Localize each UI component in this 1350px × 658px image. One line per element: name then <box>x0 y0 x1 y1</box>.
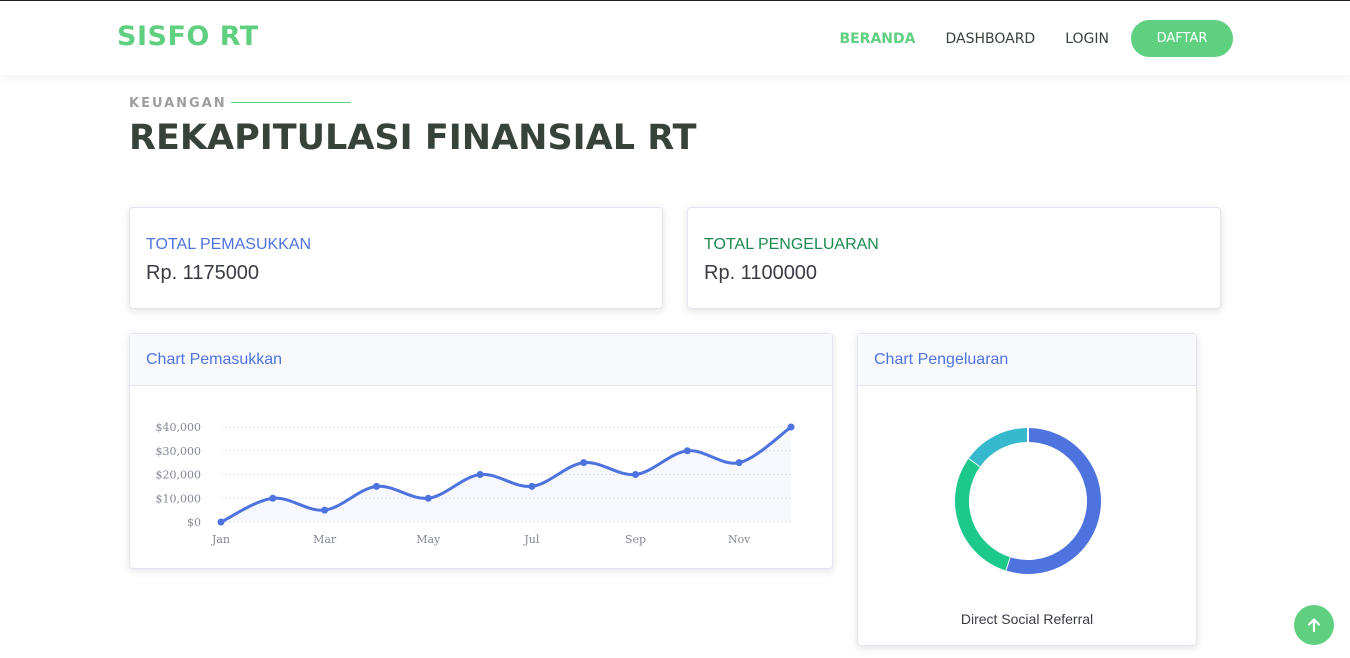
y-tick-label: $10,000 <box>156 492 202 505</box>
main-nav: BERANDA DASHBOARD LOGIN DAFTAR <box>809 20 1233 57</box>
y-tick-label: $30,000 <box>156 445 202 458</box>
income-chart-title: Chart Pemasukkan <box>146 351 283 368</box>
expense-total-value: Rp. 1100000 <box>704 262 818 284</box>
expense-chart-header: Chart Pengeluaran <box>858 334 1196 386</box>
data-point <box>735 459 743 467</box>
donut-slice-referral <box>968 428 1029 467</box>
x-tick-label: May <box>416 533 441 546</box>
data-point <box>476 471 484 478</box>
site-header: SISFO RT BERANDA DASHBOARD LOGIN DAFTAR <box>0 1 1350 75</box>
data-point <box>683 447 691 455</box>
data-point <box>528 482 536 490</box>
expense-chart-title: Chart Pengeluaran <box>874 351 1009 368</box>
data-point <box>632 471 640 478</box>
donut-slice-social <box>955 458 1010 571</box>
page-title: REKAPITULASI FINANSIAL RT <box>129 118 697 158</box>
income-chart-header: Chart Pemasukkan <box>130 334 832 386</box>
y-tick-label: $0 <box>187 516 201 529</box>
data-point <box>217 518 225 526</box>
income-chart-card: Chart Pemasukkan $0 $10,000 $20,000 $30,000… <box>129 333 833 569</box>
expense-donut-chart <box>955 428 1101 574</box>
x-tick-label: Sep <box>625 533 646 546</box>
income-total-value: Rp. 1175000 <box>146 262 260 284</box>
arrow-up-icon <box>1307 618 1321 633</box>
data-point <box>787 423 795 431</box>
y-tick-label: $40,000 <box>156 421 202 434</box>
data-point <box>580 459 588 467</box>
expense-total-card: TOTAL PENGELUARAN Rp. 1100000 <box>687 207 1221 309</box>
brand-logo[interactable]: SISFO RT <box>117 21 259 52</box>
donut-slice-direct <box>1005 428 1101 574</box>
y-tick-label: $20,000 <box>156 469 202 482</box>
section-subtitle-line <box>231 102 351 103</box>
data-point <box>269 494 277 502</box>
data-point <box>424 494 432 502</box>
x-tick-label: Jan <box>211 533 230 546</box>
expense-total-label: TOTAL PENGELUARAN <box>704 236 879 253</box>
expense-chart-card: Chart Pengeluaran Direct Social Referral <box>857 333 1197 646</box>
back-to-top-button[interactable] <box>1294 605 1334 645</box>
data-point <box>372 482 380 490</box>
x-tick-label: Nov <box>728 533 751 546</box>
nav-item-beranda[interactable]: BERANDA <box>839 31 915 47</box>
x-tick-label: Jul <box>523 533 539 546</box>
income-area-chart: $0 $10,000 $20,000 $30,000 $40,000 Jan Mar May J… <box>156 421 795 546</box>
nav-item-dashboard[interactable]: DASHBOARD <box>945 31 1035 47</box>
income-total-card: TOTAL PEMASUKKAN Rp. 1175000 <box>129 207 663 309</box>
donut-legend: Direct Social Referral <box>960 611 1094 627</box>
section-subtitle: KEUANGAN <box>129 96 227 111</box>
register-button[interactable]: DAFTAR <box>1131 20 1233 57</box>
x-tick-label: Mar <box>313 533 337 546</box>
data-point <box>321 506 329 514</box>
income-total-label: TOTAL PEMASUKKAN <box>146 236 312 253</box>
nav-item-login[interactable]: LOGIN <box>1065 31 1109 47</box>
